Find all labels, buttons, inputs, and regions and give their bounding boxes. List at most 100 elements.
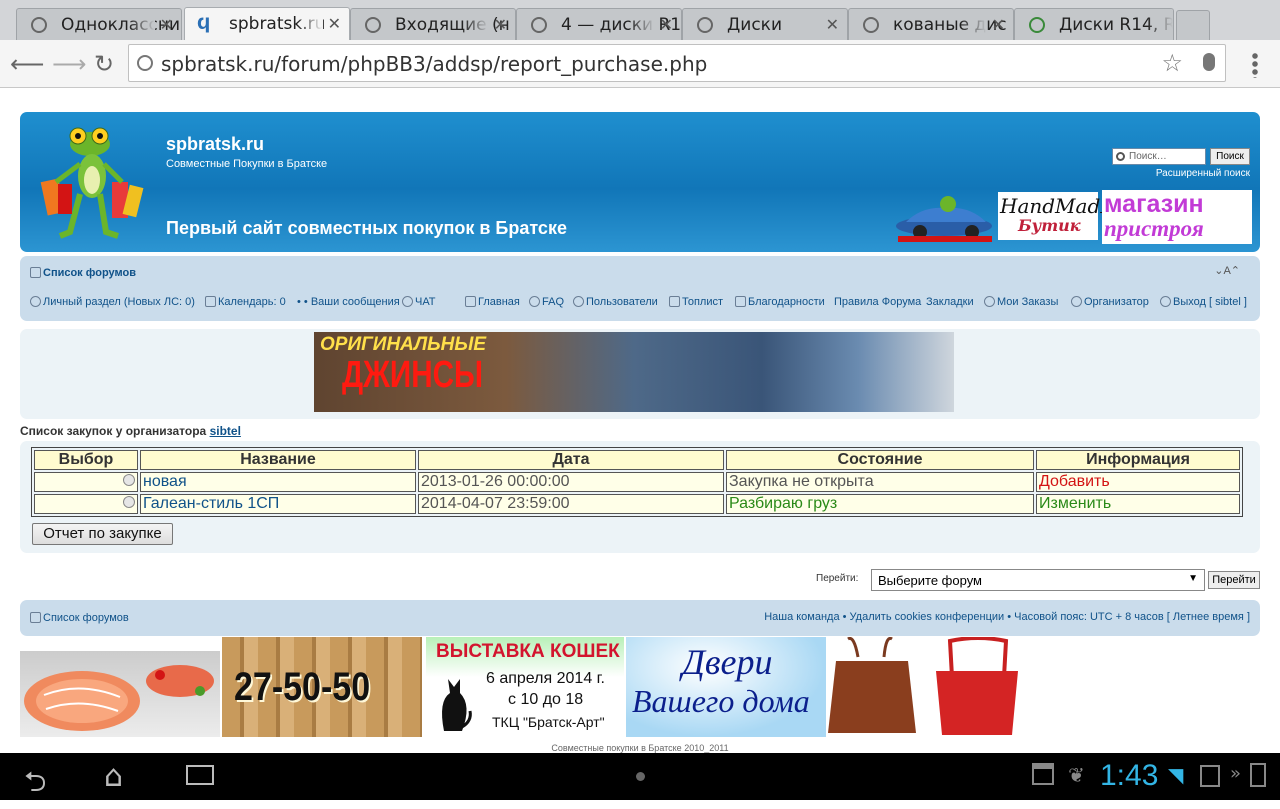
jeans-ad-banner[interactable]: ОРИГИНАЛЬНЫЕ ДЖИНСЫ (314, 332, 954, 412)
overflow-icon: » (1230, 763, 1242, 784)
your-posts-link[interactable]: • • Ваши сообщения (297, 296, 400, 308)
shop-subtitle: пристроя (1104, 216, 1204, 241)
column-header: Состояние (726, 450, 1034, 470)
purchase-status: Разбираю груз (726, 494, 1034, 514)
dropdown-arrow-icon: ▼ (1188, 573, 1198, 584)
close-icon[interactable]: ✕ (992, 15, 1005, 34)
web-page: spbratsk.ru Совместные Покупки в Братске… (0, 89, 1280, 753)
close-icon[interactable]: ✕ (826, 15, 839, 34)
purchase-report-button[interactable]: Отчет по закупке (32, 523, 173, 545)
my-orders-link[interactable]: Мои Заказы (984, 296, 1058, 308)
thanks-link[interactable]: Благодарности (735, 296, 825, 308)
tab-title: Диски (727, 15, 782, 35)
organizer-link[interactable]: sibtel (210, 424, 241, 438)
tab-disks-r1[interactable]: 4 — диски R1 ✕ (516, 8, 682, 40)
close-icon[interactable]: ✕ (494, 15, 507, 34)
private-messages-link[interactable]: Личный раздел (Новых ЛС: 0) (30, 296, 195, 308)
cat-show-place: ТКЦ "Братск-Арт" (492, 714, 605, 730)
purchase-name-link[interactable]: новая (140, 472, 416, 492)
jump-button[interactable]: Перейти (1208, 571, 1260, 589)
handmade-logo[interactable]: HandMadE Бутик (998, 192, 1115, 240)
logout-link[interactable]: Выход [ sibtel ] (1160, 296, 1247, 308)
microphone-icon[interactable] (1203, 53, 1215, 71)
doors-line2: Вашего дома (632, 683, 810, 719)
globe-icon (365, 17, 381, 33)
column-header: Дата (418, 450, 724, 470)
search-icon (1116, 152, 1125, 161)
close-icon[interactable]: ✕ (328, 14, 341, 33)
doors-ad[interactable]: Двери Вашего дома (626, 637, 826, 737)
forum-index-link[interactable]: Список форумов (30, 267, 136, 279)
search-icon (1071, 296, 1082, 307)
purchase-status: Закупка не открыта (726, 472, 1034, 492)
tab-inbox[interactable]: Входящие (н ✕ (350, 8, 516, 40)
tab-disks[interactable]: Диски ✕ (682, 8, 848, 40)
url-text[interactable]: spbratsk.ru/forum/phpBB3/addsp/report_pu… (161, 52, 707, 76)
forum-jump-select[interactable]: Выберите форум ▼ (871, 569, 1205, 591)
new-tab-button[interactable] (1176, 10, 1210, 40)
reload-icon[interactable]: ↻ (94, 50, 114, 78)
rules-link[interactable]: Правила Форума (834, 296, 921, 308)
cat-show-ad[interactable]: ВЫСТАВКА КОШЕК 6 апреля 2014 г. с 10 до … (426, 637, 624, 737)
add-info-link[interactable]: Добавить (1036, 472, 1240, 492)
frog-logo[interactable] (34, 124, 152, 246)
edit-info-link[interactable]: Изменить (1036, 494, 1240, 514)
cat-show-date: 6 апреля 2014 г. (486, 670, 605, 687)
address-bar[interactable]: spbratsk.ru/forum/phpBB3/addsp/report_pu… (128, 44, 1226, 82)
select-radio[interactable] (123, 474, 135, 486)
clock: 1:43 (1100, 759, 1159, 792)
tab-forged-disks[interactable]: кованые дис ✕ (848, 8, 1014, 40)
back-nav-icon[interactable]: ⮌ (24, 761, 46, 809)
fish-ad[interactable] (20, 651, 220, 737)
pristroy-shop-logo[interactable]: магазин пристроя (1102, 190, 1252, 244)
search-button[interactable]: Поиск (1210, 148, 1250, 165)
advanced-search-link[interactable]: Расширенный поиск (1156, 168, 1250, 179)
bags-ad[interactable] (828, 637, 1028, 737)
footer-forum-index-link[interactable]: Список форумов (30, 612, 129, 624)
bags-image (828, 637, 1018, 735)
toplist-link[interactable]: Топлист (669, 296, 723, 308)
bookmarks-link[interactable]: Закладки (926, 296, 974, 308)
power-icon (1160, 296, 1171, 307)
users-icon (573, 296, 584, 307)
select-radio[interactable] (123, 496, 135, 508)
calendar-link[interactable]: Календарь: 0 (205, 296, 286, 308)
colorful-icon (1029, 17, 1045, 33)
recent-apps-icon[interactable] (186, 765, 214, 785)
menu-dot-icon[interactable] (636, 772, 645, 781)
close-icon[interactable]: ✕ (660, 15, 673, 34)
site-description: Совместные Покупки в Братске (166, 158, 328, 170)
purchases-title: Список закупок у организатора sibtel (20, 424, 241, 438)
purchase-name-link[interactable]: Галеан-стиль 1СП (140, 494, 416, 514)
menu-icon[interactable] (1252, 52, 1258, 78)
tab-disks-r14[interactable]: Диски R14, R (1014, 8, 1174, 40)
shop-title: магазин (1104, 190, 1204, 218)
site-name[interactable]: spbratsk.ru (166, 134, 264, 155)
system-bar: ⮌ ⌂ ❦ 1:43 ◥ » (0, 753, 1280, 800)
organizer-link[interactable]: Организатор (1071, 296, 1149, 308)
thumb-icon (735, 296, 746, 307)
phone-ad[interactable]: 27-50-50 (222, 637, 422, 737)
faq-link[interactable]: FAQ (529, 296, 564, 308)
font-size-toggle[interactable]: ⌄A⌃ (1214, 264, 1240, 277)
users-link[interactable]: Пользователи (573, 296, 658, 308)
column-header: Выбор (34, 450, 138, 470)
select-cell (34, 494, 138, 514)
footer-links[interactable]: Наша команда • Удалить cookies конференц… (764, 611, 1250, 623)
tab-odnoklassniki[interactable]: Одноклассни ✕ (16, 8, 182, 40)
back-icon[interactable]: ⟵ (10, 50, 44, 78)
home-icon (30, 612, 41, 623)
search-input[interactable]: Поиск… (1112, 148, 1206, 165)
home-icon (30, 267, 41, 278)
home-nav-icon[interactable]: ⌂ (104, 759, 123, 794)
table-row: Галеан-стиль 1СП 2014-04-07 23:59:00 Раз… (34, 494, 1240, 514)
chat-link[interactable]: ЧАТ (402, 296, 436, 308)
globe-icon (31, 17, 47, 33)
cat-icon (442, 679, 472, 731)
close-icon[interactable]: ✕ (160, 15, 173, 34)
forward-icon[interactable]: ⟶ (52, 50, 86, 78)
home-link[interactable]: Главная (465, 296, 520, 308)
tab-spbratsk[interactable]: Ϥ spbratsk.ru ✕ (184, 7, 350, 40)
star-icon[interactable]: ☆ (1161, 49, 1183, 77)
car-frog-logo[interactable] (894, 192, 996, 242)
